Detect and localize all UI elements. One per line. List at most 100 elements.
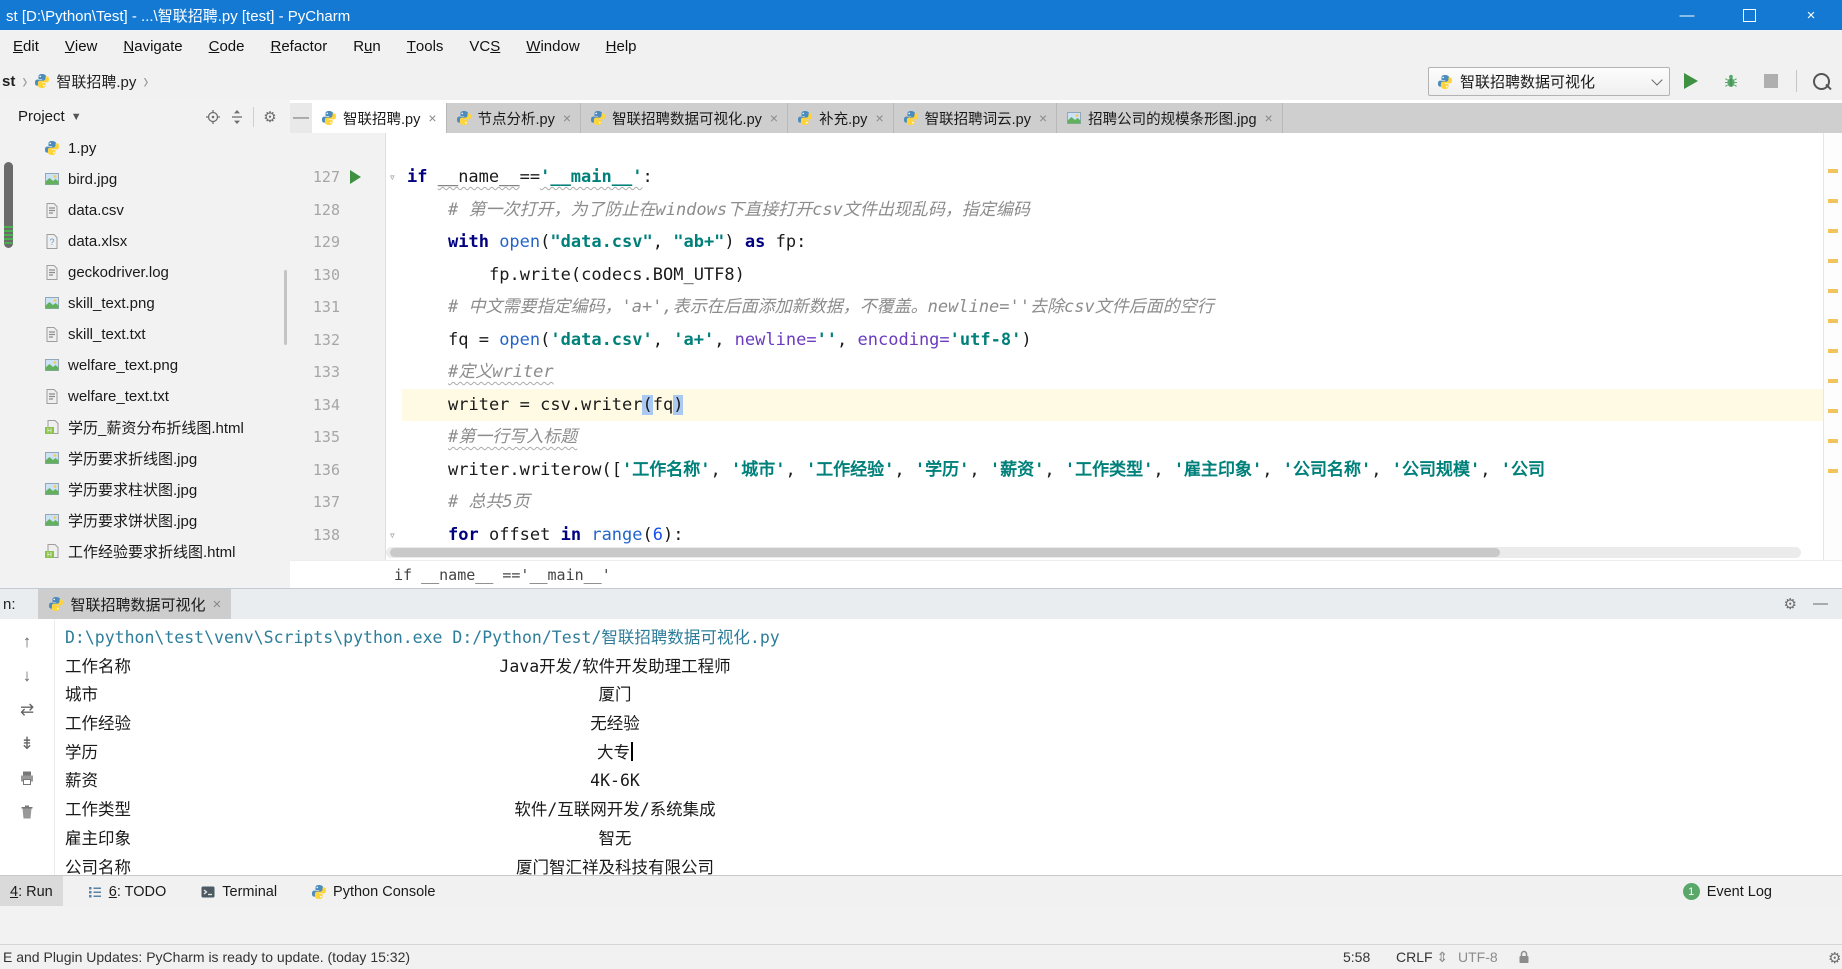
run-tab[interactable]: 智联招聘数据可视化 × <box>37 589 232 619</box>
debug-button[interactable] <box>1718 69 1744 93</box>
warning-stripe-mark[interactable] <box>1828 439 1838 443</box>
gear-icon[interactable]: ⚙ <box>1828 949 1841 967</box>
project-file[interactable]: welfare_text.png <box>0 350 290 381</box>
toolwindow-6-todo[interactable]: 6: TODO <box>77 876 177 907</box>
close-tab-icon[interactable]: × <box>770 110 778 126</box>
toolwindow-terminal[interactable]: Terminal <box>190 876 287 907</box>
menu-item-run[interactable]: Run <box>340 30 394 62</box>
down-stack-icon[interactable]: ↓ <box>16 665 38 687</box>
project-file[interactable]: skill_text.png <box>0 288 290 319</box>
code-line: 132 fq = open('data.csv', 'a+', newline='… <box>290 324 1842 357</box>
encoding-indicator[interactable]: UTF-8 <box>1458 949 1498 965</box>
locate-file-icon[interactable] <box>201 105 225 129</box>
search-everywhere-button[interactable] <box>1808 69 1834 93</box>
project-file[interactable]: 学历要求折线图.jpg <box>0 443 290 474</box>
project-panel: Project ▼ ⚙ 1.py bird.jpg data.csv? data.xl… <box>0 100 291 588</box>
close-tab-icon[interactable]: × <box>1265 110 1273 126</box>
project-panel-title[interactable]: Project <box>18 108 65 125</box>
line-number: 131 <box>312 298 340 316</box>
tab-label: 节点分析.py <box>477 111 555 128</box>
editor-tab[interactable]: 招聘公司的规模条形图.jpg × <box>1057 103 1283 133</box>
menu-item-code[interactable]: Code <box>196 30 258 62</box>
project-file[interactable]: 1.py <box>0 133 290 164</box>
maximize-button[interactable] <box>1718 0 1780 30</box>
print-icon[interactable] <box>16 767 38 789</box>
close-tab-icon[interactable]: × <box>428 110 436 126</box>
collapse-all-icon[interactable] <box>225 105 249 129</box>
project-file[interactable]: H 学历_薪资分布折线图.html <box>0 412 290 443</box>
gear-icon[interactable]: ⚙ <box>1784 595 1797 613</box>
soft-wrap-icon[interactable]: ⇄ <box>16 699 38 721</box>
close-icon[interactable]: × <box>213 596 222 613</box>
warning-stripe-mark[interactable] <box>1828 319 1838 323</box>
editor-tab[interactable]: 智联招聘词云.py × <box>893 103 1058 133</box>
menu-item-navigate[interactable]: Navigate <box>110 30 195 62</box>
code-area[interactable]: 127 ▿ if __name__=='__main__': 128 # 第一次打开，为… <box>290 133 1842 560</box>
run-button[interactable] <box>1678 69 1704 93</box>
editor-tab[interactable]: 智联招聘数据可视化.py × <box>581 103 789 133</box>
close-tab-icon[interactable]: × <box>875 110 883 126</box>
warning-stripe-mark[interactable] <box>1828 349 1838 353</box>
breadcrumb-file[interactable]: 智联招聘.py <box>56 71 136 92</box>
warning-stripe-mark[interactable] <box>1828 289 1838 293</box>
menu-item-edit[interactable]: Edit <box>0 30 52 62</box>
menu-item-window[interactable]: Window <box>513 30 592 62</box>
event-log-button[interactable]: 1 Event Log <box>1682 883 1842 900</box>
fold-icon[interactable]: ▿ <box>389 161 396 194</box>
menu-item-vcs[interactable]: VC S <box>456 30 513 62</box>
menu-item-tools[interactable]: Tools <box>394 30 457 62</box>
console-row-label: 工作经验 <box>65 714 131 734</box>
close-button[interactable]: × <box>1780 0 1842 30</box>
menu-item-help[interactable]: Help <box>593 30 650 62</box>
breadcrumb-root[interactable]: st <box>2 73 15 90</box>
clear-all-icon[interactable] <box>16 801 38 823</box>
project-file[interactable]: welfare_text.txt <box>0 381 290 412</box>
lock-icon[interactable] <box>1516 949 1532 965</box>
warning-stripe-mark[interactable] <box>1828 259 1838 263</box>
project-file[interactable]: 学历要求饼状图.jpg <box>0 505 290 536</box>
editor-hscrollbar[interactable] <box>386 547 1801 558</box>
context-line: if __name__ =='__main__' <box>290 560 1842 588</box>
error-stripe[interactable] <box>1823 133 1842 560</box>
line-ending-indicator[interactable]: CRLF ⇕ <box>1396 949 1448 966</box>
chevron-down-icon[interactable]: ▼ <box>71 111 82 123</box>
project-file[interactable]: H 工作经验要求折线图.html <box>0 536 290 567</box>
gear-icon[interactable]: ⚙ <box>258 105 282 129</box>
editor-tab[interactable]: 补充.py × <box>788 103 894 133</box>
warning-stripe-mark[interactable] <box>1828 409 1838 413</box>
console-output[interactable]: D:\python\test\venv\Scripts\python.exe D… <box>55 619 1842 880</box>
warning-stripe-mark[interactable] <box>1828 169 1838 173</box>
warning-stripe-mark[interactable] <box>1828 469 1838 473</box>
editor-tab[interactable]: 节点分析.py × <box>446 103 582 133</box>
img-file-icon <box>44 357 61 374</box>
hide-panel-icon[interactable]: — <box>290 103 312 133</box>
menu-item-view[interactable]: View <box>52 30 111 62</box>
caret-position[interactable]: 5:58 <box>1343 949 1370 965</box>
project-file[interactable]: 学历要求柱状图.jpg <box>0 474 290 505</box>
minimize-button[interactable]: — <box>1656 0 1718 30</box>
project-scrollbar[interactable] <box>284 270 287 345</box>
close-tab-icon[interactable]: × <box>563 110 571 126</box>
warning-stripe-mark[interactable] <box>1828 379 1838 383</box>
hide-panel-icon[interactable]: — <box>1813 595 1828 613</box>
menu-item-refactor[interactable]: Refactor <box>257 30 340 62</box>
scroll-to-end-icon[interactable]: ⇟ <box>16 733 38 755</box>
run-line-icon[interactable] <box>350 170 361 185</box>
hscrollbar-thumb[interactable] <box>390 548 1500 557</box>
up-stack-icon[interactable]: ↑ <box>16 631 38 653</box>
close-tab-icon[interactable]: × <box>1039 110 1047 126</box>
toolwindow-4-run[interactable]: 4: Run <box>0 876 63 907</box>
stop-icon <box>1764 74 1778 88</box>
project-file[interactable]: skill_text.txt <box>0 319 290 350</box>
run-configuration-select[interactable]: 智联招聘数据可视化 <box>1428 67 1670 96</box>
project-file[interactable]: geckodriver.log <box>0 257 290 288</box>
stop-button[interactable] <box>1758 69 1784 93</box>
project-file[interactable]: ? data.xlsx <box>0 226 290 257</box>
toolwindow-python-console[interactable]: Python Console <box>301 876 445 907</box>
editor-tab[interactable]: 智联招聘.py × <box>312 103 447 133</box>
project-file[interactable]: data.csv <box>0 195 290 226</box>
warning-stripe-mark[interactable] <box>1828 229 1838 233</box>
project-file[interactable]: bird.jpg <box>0 164 290 195</box>
console-row-value: 软件/互联网开发/系统集成 <box>514 800 716 820</box>
warning-stripe-mark[interactable] <box>1828 199 1838 203</box>
